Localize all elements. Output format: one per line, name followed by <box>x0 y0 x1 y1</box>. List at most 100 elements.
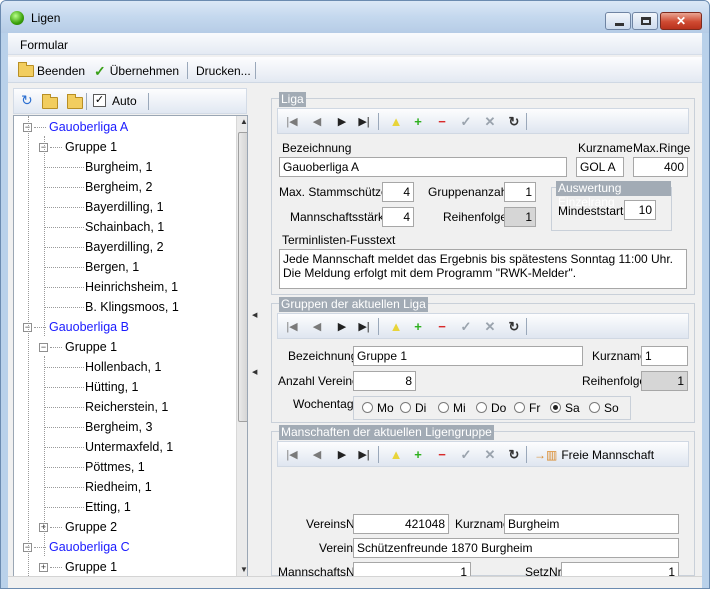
cancel-record-icon[interactable]: ✕ <box>482 114 498 130</box>
splitter-left-arrow-icon[interactable]: ◀ <box>252 311 257 319</box>
collapse-icon[interactable]: − <box>39 343 48 352</box>
splitter-left-arrow-icon[interactable]: ◀ <box>252 368 257 376</box>
tree-item[interactable]: Gruppe 1 <box>65 337 117 357</box>
close-button[interactable]: ✕ <box>660 12 702 30</box>
radio-mo[interactable] <box>362 402 373 413</box>
gruppenanzahl-field[interactable]: 1 <box>504 182 536 202</box>
tree-item[interactable]: Gruppe 1 <box>65 137 117 157</box>
insert-record-icon[interactable]: + <box>410 114 426 130</box>
auto-checkbox[interactable]: ✓ <box>93 94 106 107</box>
toolbar-separator <box>255 62 256 79</box>
edit-record-icon[interactable]: ▲ <box>388 319 404 335</box>
title-bar[interactable]: Ligen ✕ <box>1 1 709 33</box>
refresh-record-icon[interactable]: ↻ <box>506 447 522 463</box>
open-folder-icon[interactable] <box>42 94 58 109</box>
delete-record-icon[interactable]: − <box>434 114 450 130</box>
tree-item[interactable]: Gauoberliga B <box>49 317 129 337</box>
uebernehmen-button[interactable]: ✓ Übernehmen <box>94 62 179 80</box>
tree-item[interactable]: Gruppe 2 <box>65 517 117 537</box>
next-record-icon[interactable]: ▶ <box>334 114 350 130</box>
delete-record-icon[interactable]: − <box>434 447 450 463</box>
next-record-icon[interactable]: ▶ <box>334 319 350 335</box>
toolbar-separator <box>526 446 527 463</box>
tree-item[interactable]: Bergheim, 3 <box>85 417 152 437</box>
scroll-down-icon[interactable]: ▼ <box>240 565 247 574</box>
tree-item[interactable]: Bayerdilling, 1 <box>85 197 164 217</box>
refresh-icon[interactable]: ↻ <box>21 92 33 109</box>
tree-item[interactable]: Heinrichsheim, 1 <box>85 277 178 297</box>
tree-connector <box>44 247 84 248</box>
tree-item[interactable]: Hütting, 1 <box>85 377 139 397</box>
tree-item[interactable]: Bayerdilling, 2 <box>85 237 164 257</box>
mindeststarts-field[interactable]: 10 <box>624 200 656 220</box>
tree-item[interactable]: Bergheim, 2 <box>85 177 152 197</box>
radio-fr[interactable] <box>514 402 525 413</box>
new-folder-icon[interactable] <box>67 94 83 109</box>
scroll-thumb[interactable] <box>238 132 247 422</box>
league-tree[interactable]: Gauoberliga A − Gruppe 1− Burgheim, 1 Berghe… <box>13 115 248 577</box>
gruppe-kurzname-field[interactable]: 1 <box>641 346 688 366</box>
refresh-record-icon[interactable]: ↻ <box>506 319 522 335</box>
maximize-button[interactable] <box>632 12 658 30</box>
tree-item[interactable]: Untermaxfeld, 1 <box>85 437 173 457</box>
radio-so[interactable] <box>589 402 600 413</box>
minimize-button[interactable] <box>605 12 631 30</box>
splitter[interactable]: ◀ ◀ <box>249 85 261 588</box>
tree-item[interactable]: Bergen, 1 <box>85 257 139 277</box>
tree-item[interactable]: Gruppe 1 <box>65 557 117 576</box>
first-record-icon[interactable]: |◀ <box>284 447 300 463</box>
prior-record-icon[interactable]: ◀ <box>309 114 325 130</box>
radio-mi[interactable] <box>438 402 449 413</box>
verein-field[interactable]: Schützenfreunde 1870 Burgheim <box>353 538 679 558</box>
stammschuetzen-field[interactable]: 4 <box>382 182 414 202</box>
prior-record-icon[interactable]: ◀ <box>309 447 325 463</box>
edit-record-icon[interactable]: ▲ <box>388 114 404 130</box>
mannschaft-kurzname-field[interactable]: Burgheim <box>504 514 679 534</box>
first-record-icon[interactable]: |◀ <box>284 114 300 130</box>
edit-record-icon[interactable]: ▲ <box>388 447 404 463</box>
tree-scrollbar[interactable]: ▲ ▼ <box>236 116 247 576</box>
refresh-record-icon[interactable]: ↻ <box>506 114 522 130</box>
freie-mannschaft-button[interactable]: →▥ Freie Mannschaft <box>534 446 654 464</box>
radio-do[interactable] <box>476 402 487 413</box>
tree-item[interactable]: Gauoberliga C <box>49 537 130 557</box>
tree-item[interactable]: Hollenbach, 1 <box>85 357 161 377</box>
insert-record-icon[interactable]: + <box>410 447 426 463</box>
tree-item[interactable]: B. Klingsmoos, 1 <box>85 297 179 317</box>
liga-maxringe-field[interactable]: 400 <box>633 157 688 177</box>
tree-item[interactable]: Reicherstein, 1 <box>85 397 168 417</box>
post-record-icon[interactable]: ✓ <box>458 319 474 335</box>
anzahl-vereine-field[interactable]: 8 <box>353 371 416 391</box>
cancel-record-icon[interactable]: ✕ <box>482 447 498 463</box>
delete-record-icon[interactable]: − <box>434 319 450 335</box>
tree-item[interactable]: Gauoberliga A <box>49 117 128 137</box>
cancel-record-icon[interactable]: ✕ <box>482 319 498 335</box>
radio-sa[interactable] <box>550 402 561 413</box>
last-record-icon[interactable]: ▶| <box>356 319 372 335</box>
first-record-icon[interactable]: |◀ <box>284 319 300 335</box>
tree-item[interactable]: Pöttmes, 1 <box>85 457 145 477</box>
fusstext-field[interactable]: Jede Mannschaft meldet das Ergebnis bis … <box>279 249 687 289</box>
radio-di[interactable] <box>400 402 411 413</box>
liga-kurzname-field[interactable]: GOL A <box>576 157 624 177</box>
insert-record-icon[interactable]: + <box>410 319 426 335</box>
beenden-button[interactable]: Beenden <box>18 62 85 80</box>
post-record-icon[interactable]: ✓ <box>458 447 474 463</box>
last-record-icon[interactable]: ▶| <box>356 114 372 130</box>
scroll-up-icon[interactable]: ▲ <box>240 117 247 126</box>
prior-record-icon[interactable]: ◀ <box>309 319 325 335</box>
menu-formular[interactable]: Formular <box>20 38 68 52</box>
post-record-icon[interactable]: ✓ <box>458 114 474 130</box>
tree-item[interactable]: Riedheim, 1 <box>85 477 152 497</box>
tree-item[interactable]: Burgheim, 1 <box>85 157 152 177</box>
liga-bezeichnung-field[interactable]: Gauoberliga A <box>279 157 567 177</box>
tree-item[interactable]: Schainbach, 1 <box>85 217 164 237</box>
drucken-button[interactable]: Drucken... <box>196 62 251 80</box>
next-record-icon[interactable]: ▶ <box>334 447 350 463</box>
mannschaftsstaerke-field[interactable]: 4 <box>382 207 414 227</box>
gruppe-bezeichnung-field[interactable]: Gruppe 1 <box>353 346 583 366</box>
tree-item[interactable]: Etting, 1 <box>85 497 131 517</box>
expand-icon[interactable]: + <box>39 563 48 572</box>
last-record-icon[interactable]: ▶| <box>356 447 372 463</box>
vereinsnr-field[interactable]: 421048 <box>353 514 449 534</box>
